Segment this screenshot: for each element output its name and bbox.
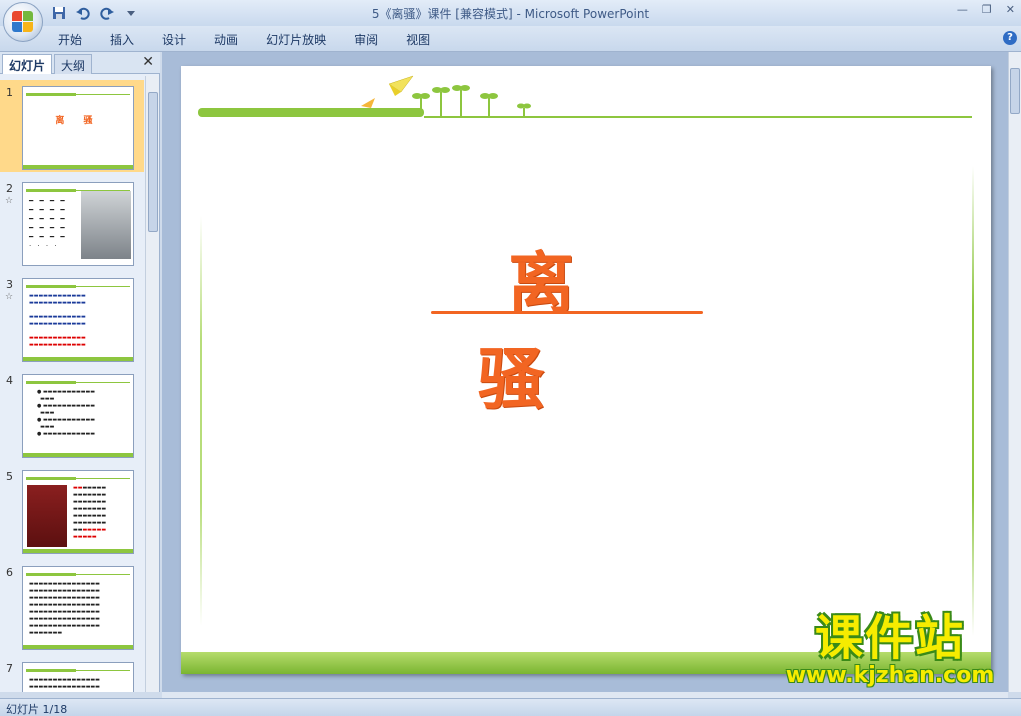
editor-scrollbar[interactable]	[1008, 52, 1021, 692]
animation-star-icon: ☆	[5, 292, 14, 302]
tab-slideshow[interactable]: 幻灯片放映	[266, 31, 326, 48]
slide-thumbnail[interactable]: ▬▬▬▬▬▬▬▬▬▬▬▬▬▬▬▬▬▬▬▬▬▬▬▬▬▬▬▬▬▬▬▬▬▬▬▬▬▬▬▬…	[22, 566, 134, 650]
animation-star-icon: ☆	[5, 196, 14, 206]
slide-thumbnail[interactable]: 离 骚	[22, 86, 134, 170]
close-window-icon[interactable]: ✕	[1006, 3, 1015, 16]
status-bar: 幻灯片 1/18	[0, 698, 1021, 716]
thumbnail-title: 离 骚	[55, 116, 101, 126]
tab-insert[interactable]: 插入	[110, 31, 134, 48]
watermark-brand: 课件站	[814, 610, 965, 666]
slide-thumbnail-row[interactable]: 5 ▬▬▬▬▬▬▬ ▬▬▬▬▬▬▬ ▬▬▬▬▬▬▬ ▬▬▬▬▬▬▬ ▬▬▬▬▬▬▬ ▬▬▬…	[0, 464, 144, 556]
thumbnail-scrollbar[interactable]	[145, 76, 159, 692]
slide-thumbnail[interactable]: ▬▬▬▬▬▬▬▬▬▬▬▬▬▬▬▬▬▬▬▬▬▬▬▬▬▬▬▬▬▬▬▬▬▬▬▬▬▬▬▬…	[22, 278, 134, 362]
ribbon-tabs: 开始 插入 设计 动画 幻灯片放映 审阅 视图	[58, 31, 458, 48]
slide-thumbnail[interactable]: ━ ━ ━ ━ ━ ━ ━ ━ ━ ━ ━ ━ ━ ━ ━ ━ ━ ━ ━ ━ · · ·…	[22, 182, 134, 266]
help-icon[interactable]: ?	[1003, 31, 1017, 45]
slide-thumbnail-row[interactable]: 3 ☆ ▬▬▬▬▬▬▬▬▬▬▬▬ ▬▬▬▬▬▬▬▬▬▬▬▬ ▬▬▬▬▬▬▬▬▬▬▬▬…	[0, 272, 144, 364]
slide-thumbnail[interactable]: ● ▬▬▬▬▬▬▬▬▬▬▬ ▬▬▬ ● ▬▬▬▬▬▬▬▬▬▬▬ ▬▬▬ ● ▬▬▬▬…	[22, 374, 134, 458]
slide-number: 7	[6, 662, 13, 675]
tab-outline[interactable]: 大纲	[54, 54, 93, 74]
scrollbar-thumb[interactable]	[1010, 68, 1020, 114]
slide-number: 4	[6, 374, 13, 387]
tab-animations[interactable]: 动画	[214, 31, 238, 48]
tab-slides[interactable]: 幻灯片	[2, 54, 53, 74]
thumbnail-list: 1 离 骚 2 ☆ ━ ━ ━ ━ ━ ━ ━ ━ ━ ━ ━ ━ ━ ━ ━ ━ ━ …	[0, 76, 144, 692]
slide-thumbnail-row[interactable]: 7 ▬▬▬▬▬▬▬▬▬▬▬▬▬▬▬▬▬▬▬▬▬▬▬▬▬▬▬▬▬▬▬▬▬▬▬▬▬▬…	[0, 656, 144, 692]
office-logo-icon	[12, 11, 34, 33]
slide-thumbnail-row[interactable]: 4 ● ▬▬▬▬▬▬▬▬▬▬▬ ▬▬▬ ● ▬▬▬▬▬▬▬▬▬▬▬ ▬▬▬ ● ▬▬…	[0, 368, 144, 460]
slide-title[interactable]: 离骚	[421, 230, 721, 422]
tab-view[interactable]: 视图	[406, 31, 430, 48]
tab-home[interactable]: 开始	[58, 31, 82, 48]
title-bar: 5《离骚》课件 [兼容模式] - Microsoft PowerPoint — …	[0, 0, 1021, 26]
slide-thumbnail-row[interactable]: 6 ▬▬▬▬▬▬▬▬▬▬▬▬▬▬▬ ▬▬▬▬▬▬▬▬▬▬▬▬▬▬▬ ▬▬▬▬▬▬▬▬…	[0, 560, 144, 652]
office-button[interactable]	[3, 2, 43, 42]
slide-thumbnail-row[interactable]: 2 ☆ ━ ━ ━ ━ ━ ━ ━ ━ ━ ━ ━ ━ ━ ━ ━ ━ ━ ━ ━ ━ ·…	[0, 176, 144, 268]
close-pane-icon[interactable]: ✕	[142, 54, 154, 70]
title-underline	[431, 311, 703, 314]
restore-icon[interactable]: ❐	[982, 3, 992, 16]
slide-thumbnail[interactable]: ▬▬▬▬▬▬▬▬▬▬▬▬▬▬▬▬▬▬▬▬▬▬▬▬▬▬▬▬▬▬▬▬▬▬▬▬▬▬▬▬…	[22, 470, 134, 554]
slide-number: 6	[6, 566, 13, 579]
slide-indicator: 幻灯片 1/18	[6, 703, 68, 716]
tab-design[interactable]: 设计	[162, 31, 186, 48]
slide-canvas[interactable]: 离骚	[181, 66, 991, 674]
slide-thumbnail[interactable]: ▬▬▬▬▬▬▬▬▬▬▬▬▬▬▬▬▬▬▬▬▬▬▬▬▬▬▬▬▬▬▬▬▬▬▬▬▬▬▬▬…	[22, 662, 134, 692]
right-decor-line	[972, 166, 974, 636]
slide-editor: 离骚	[162, 52, 1008, 692]
slide-thumbnail-row[interactable]: 1 离 骚	[0, 80, 144, 172]
slides-pane: 幻灯片 大纲 ✕ 1 离 骚 2 ☆ ━ ━ ━ ━ ━ ━ ━ ━ ━ ━ ━ ━…	[0, 52, 160, 692]
pane-tabs: 幻灯片 大纲 ✕	[0, 52, 160, 74]
watermark-url: www.kjzhan.com	[785, 663, 995, 688]
slide-number: 3	[6, 278, 13, 291]
slide-number: 2	[6, 182, 13, 195]
slide-number: 1	[6, 86, 13, 99]
watermark: 课件站 www.kjzhan.com	[770, 612, 1010, 692]
slide-number: 5	[6, 470, 13, 483]
left-decor-line	[200, 216, 202, 626]
window-controls: — ❐ ✕	[957, 3, 1015, 16]
ribbon: 开始 插入 设计 动画 幻灯片放映 审阅 视图 ?	[0, 26, 1021, 52]
tab-review[interactable]: 审阅	[354, 31, 378, 48]
window-title: 5《离骚》课件 [兼容模式] - Microsoft PowerPoint	[371, 7, 650, 21]
minimize-icon[interactable]: —	[957, 3, 968, 16]
sprouts-icon	[412, 85, 531, 116]
scrollbar-thumb[interactable]	[148, 92, 158, 232]
